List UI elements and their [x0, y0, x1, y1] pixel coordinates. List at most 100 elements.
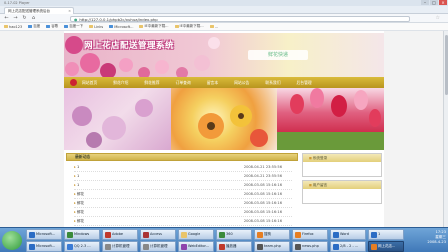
bookmark-icon	[139, 24, 144, 29]
tab-bar: 网上花店配送管理系统后台 ×	[0, 6, 448, 14]
bookmark-item[interactable]: 谷歌	[46, 24, 58, 29]
bookmark-item[interactable]: Microsoft...	[109, 25, 133, 29]
taskbar-button[interactable]: 计算机管理	[102, 241, 138, 252]
bookmark-item[interactable]: 百度一下	[64, 24, 83, 29]
close-button[interactable]: ×	[439, 0, 447, 5]
news-item[interactable]: 鲜花 2008-03-08 15:16:16	[74, 208, 292, 217]
browser-tab[interactable]: 网上花店配送管理系统后台 ×	[4, 7, 74, 14]
site-banner: 网上花店配送管理系统 鲜花快递	[64, 33, 384, 77]
taskbar-button[interactable]: QQ 2.3 ...	[64, 241, 100, 252]
bookmarks-bar: hao123 百度 谷歌 百度一下 Links Microsoft... IE中最新下载..…	[0, 23, 448, 31]
taskbar-button[interactable]: 1	[368, 229, 404, 240]
news-item[interactable]: 1 2008-04-21 23:55:56	[74, 163, 292, 172]
reload-button[interactable]: ↻	[21, 15, 28, 22]
taskbar-button[interactable]: Microsoft...	[26, 229, 62, 240]
bookmark-item[interactable]: IE中最新下载...	[174, 24, 204, 29]
taskbar-button[interactable]: Mindows	[64, 229, 100, 240]
bookmark-star-icon[interactable]: ☆	[436, 15, 440, 21]
bookmark-item[interactable]: Links	[89, 25, 103, 29]
taskbar-button[interactable]: 网上花店...	[368, 241, 404, 252]
app-icon	[219, 231, 225, 238]
taskbar-button[interactable]: 播放器	[216, 241, 252, 252]
taskbar-button[interactable]: WebEditor...	[178, 241, 214, 252]
bookmark-icon	[28, 24, 33, 29]
flower-icon	[70, 79, 77, 86]
taskbar-button[interactable]: 搜狗	[254, 229, 290, 240]
back-button[interactable]: ←	[3, 15, 10, 22]
bookmark-item[interactable]: IE中最新下载...	[139, 24, 169, 29]
news-title[interactable]: 1	[74, 163, 79, 171]
news-title[interactable]: 1	[74, 181, 79, 189]
forward-button[interactable]: →	[12, 15, 19, 22]
taskbar-button[interactable]: Access	[140, 229, 176, 240]
news-item[interactable]: 鲜花 2008-03-08 15:16:16	[74, 217, 292, 226]
minimize-button[interactable]: –	[421, 0, 429, 5]
news-item[interactable]: 1 2008-03-08 15:16:16	[74, 181, 292, 190]
taskbar-button[interactable]: team.php	[254, 241, 290, 252]
bookmark-icon	[109, 24, 114, 29]
page-viewport: 网上花店配送管理系统 鲜花快递 网站首页 鲜花介绍 鲜花推荐 订单查询 留言本 网站公告 联…	[0, 31, 448, 227]
photo-tulips	[277, 88, 385, 150]
address-bar[interactable]: ● http://127.0.0.1/phpb2c/xuhua/index.php	[70, 15, 410, 22]
photo-strip	[64, 88, 385, 150]
menu-item[interactable]: 订单查询	[176, 80, 191, 86]
home-button[interactable]: ⌂	[30, 15, 37, 22]
news-header: 最新动态	[66, 153, 298, 161]
news-date: 2008-04-21 23:55:56	[243, 174, 282, 178]
app-icon	[67, 243, 73, 250]
page-scrollbar[interactable]	[443, 31, 448, 227]
app-icon	[219, 243, 225, 250]
app-icon	[371, 243, 377, 250]
menu-item[interactable]: 鲜花介绍	[113, 80, 128, 86]
taskbar-button[interactable]: Firefox	[292, 229, 328, 240]
taskbar-button[interactable]: news.php	[292, 241, 328, 252]
menu-item[interactable]: 网站公告	[234, 80, 249, 86]
app-icon	[295, 231, 301, 238]
menu-item[interactable]: 后台管理	[297, 80, 312, 86]
taskbar-button[interactable]: Google	[178, 229, 214, 240]
news-date: 2008-03-08 15:16:16	[243, 192, 282, 196]
news-date: 2008-03-08 15:16:16	[243, 201, 282, 205]
app-icon	[29, 231, 35, 238]
taskbar-button[interactable]: 360	[216, 229, 252, 240]
taskbar-button[interactable]: 2/8 - 2 - ...	[330, 241, 366, 252]
app-icon	[333, 231, 339, 238]
app-icon	[181, 243, 187, 250]
taskbar-button[interactable]: 计算机管理	[140, 241, 176, 252]
bookmark-item[interactable]: 百度	[28, 24, 40, 29]
site-title: 网上花店配送管理系统	[84, 41, 175, 51]
news-date: 2008-03-08 15:16:16	[243, 183, 282, 187]
content-area: 最新动态 1 2008-04-21 23:55:56 1 2008-04-21 23:…	[64, 153, 384, 227]
menu-item[interactable]: 留言本	[207, 80, 218, 86]
guestbook-box-title: 用户留言	[303, 181, 381, 189]
navigation-bar: ← → ↻ ⌂ ● http://127.0.0.1/phpb2c/xuhua/i…	[0, 14, 448, 23]
news-item[interactable]: 鲜花 2008-03-08 15:16:16	[74, 190, 292, 199]
taskbar-button[interactable]: Adobe	[102, 229, 138, 240]
bookmark-item[interactable]: hao123	[4, 25, 22, 29]
guestbook-box: 用户留言	[302, 180, 382, 204]
login-box-title: 系统登录	[303, 154, 381, 162]
bookmark-item[interactable]: ...	[209, 25, 218, 29]
news-title[interactable]: 鲜花	[74, 199, 84, 207]
bookmark-icon	[4, 24, 8, 29]
menu-item[interactable]: 网站首页	[82, 80, 97, 86]
app-icon	[67, 231, 73, 238]
site-container: 网上花店配送管理系统 鲜花快递 网站首页 鲜花介绍 鲜花推荐 订单查询 留言本 网站公告 联…	[64, 31, 385, 227]
news-item[interactable]: 鲜花 2008-03-08 15:16:16	[74, 199, 292, 208]
app-icon	[181, 231, 187, 238]
taskbar-button[interactable]: Microsoft...	[26, 241, 62, 252]
news-title[interactable]: 鲜花	[74, 208, 84, 216]
start-button[interactable]	[2, 231, 22, 250]
menu-item[interactable]: 联系我们	[265, 80, 280, 86]
news-title[interactable]: 鲜花	[74, 217, 84, 225]
taskbar-button[interactable]: Word	[330, 229, 366, 240]
menu-item[interactable]: 鲜花推荐	[144, 80, 159, 86]
news-title[interactable]: 鲜花	[74, 190, 84, 198]
app-icon	[295, 243, 301, 250]
taskbar: Microsoft... Mindows Adobe Access Google 360 搜…	[0, 227, 448, 252]
news-title[interactable]: 1	[74, 172, 79, 180]
maximize-button[interactable]: □	[430, 0, 438, 5]
app-icon	[29, 243, 35, 250]
app-icon	[257, 243, 263, 250]
news-item[interactable]: 1 2008-04-21 23:55:56	[74, 172, 292, 181]
